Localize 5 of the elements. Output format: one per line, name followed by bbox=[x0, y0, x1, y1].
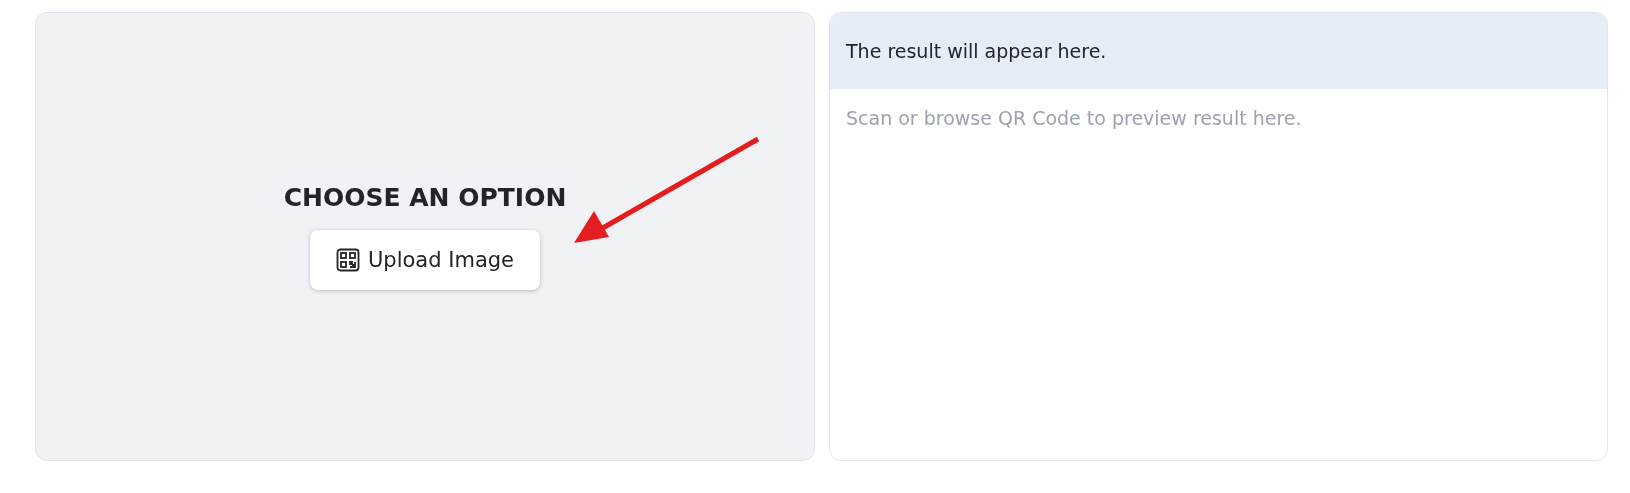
heading: CHOOSE AN OPTION bbox=[283, 183, 567, 212]
upload-image-button[interactable]: Upload Image bbox=[310, 230, 540, 290]
qr-code-icon bbox=[336, 248, 360, 272]
result-header: The result will appear here. bbox=[830, 13, 1607, 89]
result-message: Scan or browse QR Code to preview result here. bbox=[845, 106, 1303, 131]
